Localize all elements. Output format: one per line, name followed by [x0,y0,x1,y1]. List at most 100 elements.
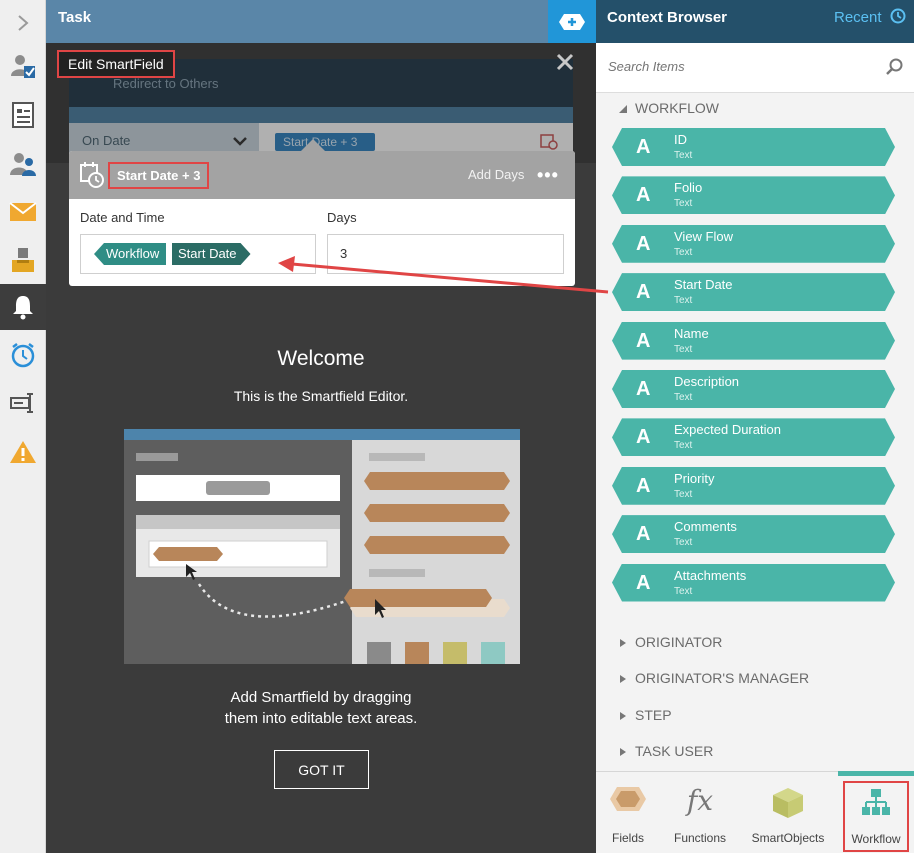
tab-fields[interactable]: Fields [596,772,660,853]
users-icon [10,153,36,176]
context-item-priority[interactable]: A Priority Text [612,467,895,505]
text-type-icon: A [636,523,651,546]
welcome-description-line2: them into editable text areas. [224,710,418,727]
tab-workflow[interactable]: Workflow [843,781,909,852]
context-browser-tabs: Fields fx Functions SmartObjects Workflo… [596,771,914,853]
expand-triangle-icon [620,675,626,683]
token-field: Start Date [172,243,251,265]
rail-item-inbox[interactable] [0,237,46,283]
text-type-icon: A [636,377,651,400]
close-modal-button[interactable] [554,51,576,73]
item-name: Expected Duration [674,422,781,438]
item-name: Start Date [674,277,733,293]
tab-functions[interactable]: fx Functions [668,772,732,853]
smartfield-drag-illustration [124,429,520,664]
welcome-description: Add Smartfield by dragging them into edi… [46,687,596,729]
cube-icon [773,788,803,818]
context-item-attachments[interactable]: A Attachments Text [612,564,895,602]
context-item-id[interactable]: A ID Text [612,128,895,166]
plus-tag-icon [559,13,585,30]
envelope-icon [9,202,37,221]
rail-item-email[interactable] [0,189,46,235]
context-item-expected-duration[interactable]: A Expected Duration Text [612,418,895,456]
user-check-icon [11,55,35,78]
rail-item-forms[interactable] [0,92,46,138]
left-icon-rail [0,0,46,853]
section-label: STEP [635,707,672,723]
item-type: Text [674,488,693,500]
task-header: Task [46,0,596,43]
rail-item-deadlines[interactable] [0,332,46,378]
rail-item-warnings[interactable] [0,429,46,475]
context-item-start-date[interactable]: A Start Date Text [612,273,895,311]
text-type-icon: A [636,426,651,449]
rail-item-notifications[interactable] [0,284,46,330]
expand-rail-button[interactable] [0,0,46,46]
days-value: 3 [340,246,348,261]
context-item-description[interactable]: A Description Text [612,370,895,408]
text-type-icon: A [636,571,651,594]
function-name: Add Days [468,167,525,182]
function-fx-icon: fx [686,784,714,817]
close-icon [556,53,574,71]
expand-triangle-icon [620,712,626,720]
search-bar [596,43,914,93]
rail-item-users[interactable] [0,141,46,187]
section-step[interactable]: STEP [596,704,914,728]
calendar-clock-icon [80,162,104,188]
recent-link[interactable]: Recent [834,9,882,26]
text-type-icon: A [636,232,651,255]
clock-icon[interactable] [890,8,906,24]
days-field[interactable]: 3 [327,234,564,274]
drag-illustration [124,429,520,664]
date-and-time-field[interactable]: Workflow Start Date [80,234,316,274]
context-item-folio[interactable]: A Folio Text [612,176,895,214]
search-input[interactable] [608,59,868,74]
tab-label: Functions [673,831,727,845]
tab-smartobjects[interactable]: SmartObjects [750,772,826,853]
section-originator[interactable]: ORIGINATOR [596,631,914,655]
smartfield-name: Start Date + 3 [108,162,210,189]
active-tab-indicator [838,771,914,776]
warning-icon [10,441,36,463]
item-type: Text [674,246,693,258]
item-type: Text [674,198,693,210]
item-type: Text [674,343,693,355]
context-item-view-flow[interactable]: A View Flow Text [612,225,895,263]
item-type: Text [674,150,693,161]
date-and-time-label: Date and Time [80,210,165,225]
rail-item-my-tasks[interactable] [0,43,46,89]
section-task-user[interactable]: TASK USER [596,740,914,764]
expand-triangle-icon [620,639,626,647]
token-source: Workflow [94,243,167,265]
section-originators-manager[interactable]: ORIGINATOR'S MANAGER [596,667,914,691]
rail-item-text-edit[interactable] [0,380,46,426]
chevron-right-icon [18,15,29,31]
add-smartfield-button[interactable] [548,0,596,43]
section-label: ORIGINATOR [635,634,723,650]
section-workflow[interactable]: WORKFLOW [596,97,914,121]
context-item-comments[interactable]: A Comments Text [612,515,895,553]
got-it-button[interactable]: GOT IT [274,750,369,789]
task-title: Task [58,9,92,26]
form-icon [12,102,34,128]
item-type: Text [674,391,693,403]
collapse-triangle-icon [619,105,627,113]
tab-label: Fields [611,831,644,845]
tab-label: SmartObjects [751,831,825,845]
welcome-description-line1: Add Smartfield by dragging [230,689,412,706]
item-name: Priority [674,470,715,486]
text-type-icon: A [636,184,651,207]
item-type: Text [674,295,693,307]
context-item-name[interactable]: A Name Text [612,322,895,360]
search-icon[interactable] [886,58,904,76]
more-options-button[interactable]: ••• [537,165,559,186]
item-name: Name [674,325,709,341]
smartfield-editor-modal: Redirect to Others On Date Start Date + … [46,43,596,853]
text-type-icon: A [636,136,651,158]
text-cursor-icon [10,393,33,413]
section-label: TASK USER [635,743,714,759]
smartfield-card-header: Start Date + 3 Add Days ••• [69,151,575,199]
bell-icon [13,296,33,320]
welcome-subtitle: This is the Smartfield Editor. [233,388,409,404]
